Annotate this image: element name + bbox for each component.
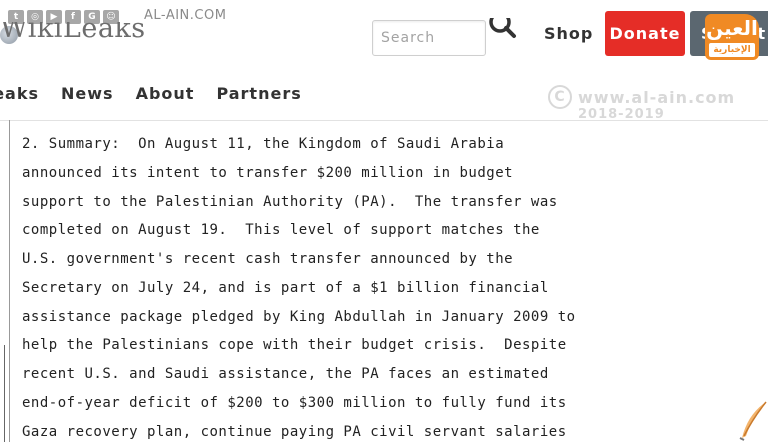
watermark-url: www.al-ain.com: [578, 88, 735, 107]
watermark: Cwww.al-ain.com 2018-2019: [548, 88, 735, 122]
document-line: completed on August 19. This level of su…: [22, 216, 762, 245]
donate-button[interactable]: Donate: [605, 11, 685, 56]
header-divider: [0, 120, 768, 121]
copyright-icon: C: [548, 85, 572, 109]
document-line: announced its intent to transfer $200 mi…: [22, 159, 762, 188]
cable-text: 2. Summary: On August 11, the Kingdom of…: [22, 130, 762, 446]
badge-title: العين: [705, 16, 759, 40]
content-border-outer: [0, 345, 5, 442]
quill-icon: [736, 400, 768, 442]
document-line: help the Palestinians cope with their bu…: [22, 331, 762, 360]
nav-item-about[interactable]: About: [136, 84, 195, 103]
search-icon[interactable]: [488, 18, 518, 42]
document-line: support to the Palestinian Authority (PA…: [22, 188, 762, 217]
main-nav: Leaks News About Partners: [0, 84, 302, 103]
search-field[interactable]: [372, 20, 486, 56]
document-line: end-of-year deficit of $200 to $300 mill…: [22, 389, 762, 418]
nav-item-news[interactable]: News: [61, 84, 114, 103]
content-border: [9, 120, 10, 442]
document-line: Secretary on July 24, and is part of a $…: [22, 274, 762, 303]
nav-item-partners[interactable]: Partners: [216, 84, 301, 103]
document-line: U.S. government's recent cash transfer a…: [22, 245, 762, 274]
document-line: assistance package pledged by King Abdul…: [22, 303, 762, 332]
nav-item-leaks[interactable]: Leaks: [0, 84, 39, 103]
site-host-text: AL-AIN.COM: [144, 8, 226, 23]
document-line: 2. Summary: On August 11, the Kingdom of…: [22, 130, 762, 159]
shop-link[interactable]: Shop: [544, 24, 593, 43]
document-line: recent U.S. and Saudi assistance, the PA…: [22, 360, 762, 389]
badge-subtitle: الإخبارية: [709, 43, 755, 57]
search-input[interactable]: [373, 21, 485, 55]
logo-text: WikiLeaks: [0, 22, 146, 44]
wikileaks-logo[interactable]: WikiLeaks: [0, 22, 170, 48]
al-ain-badge-logo: العين الإخبارية: [705, 14, 759, 60]
